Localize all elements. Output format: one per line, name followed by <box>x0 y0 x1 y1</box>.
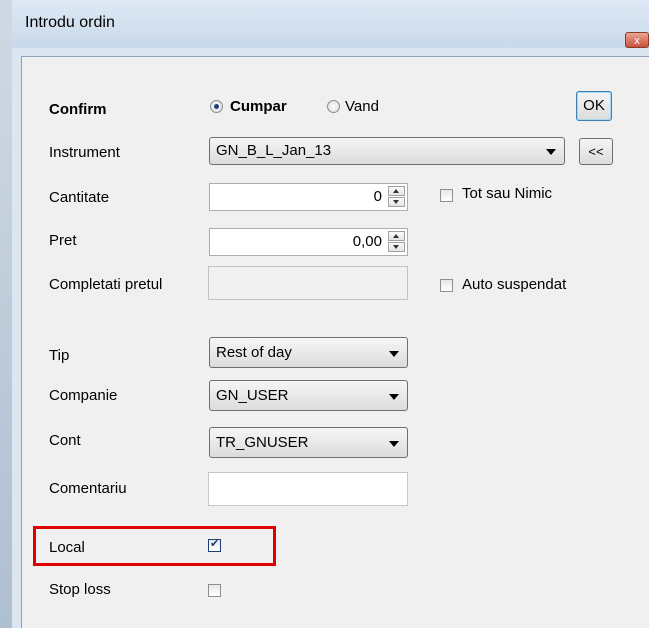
ok-button[interactable]: OK <box>576 91 612 121</box>
quantity-label: Cantitate <box>49 189 110 206</box>
local-label: Local <box>49 539 85 556</box>
fill-price-field <box>208 266 408 300</box>
quantity-stepper[interactable]: 0 <box>209 183 408 211</box>
collapse-button-label: << <box>588 144 604 159</box>
price-stepper[interactable]: 0,00 <box>209 228 408 256</box>
instrument-value: GN_B_L_Jan_13 <box>216 142 332 159</box>
spin-down-icon[interactable] <box>388 197 405 207</box>
chevron-down-icon <box>389 394 399 400</box>
instrument-select[interactable]: GN_B_L_Jan_13 <box>209 137 565 165</box>
local-checkbox[interactable] <box>208 537 221 552</box>
buy-radio-label[interactable]: Cumpar <box>230 98 287 115</box>
stop-loss-checkbox[interactable] <box>208 584 221 597</box>
chevron-down-icon <box>546 149 556 155</box>
type-label: Tip <box>49 347 70 364</box>
auto-suspend-label[interactable]: Auto suspendat <box>462 276 566 293</box>
stop-loss-label: Stop loss <box>49 581 111 598</box>
buy-radio[interactable] <box>210 100 223 113</box>
company-value: GN_USER <box>216 387 289 404</box>
dialog-body: Confirm Cumpar Vand OK Instrument GN_B_L… <box>21 56 649 628</box>
spin-up-icon[interactable] <box>388 186 405 196</box>
sell-radio-label[interactable]: Vand <box>345 98 379 115</box>
close-button[interactable]: x <box>625 32 649 48</box>
all-or-none-checkbox[interactable] <box>440 189 453 202</box>
background-window-edge <box>0 0 12 628</box>
fill-price-label: Completati pretul <box>49 276 163 293</box>
close-icon: x <box>634 35 640 47</box>
confirm-label: Confirm <box>49 101 107 118</box>
price-label: Pret <box>49 232 77 249</box>
company-select[interactable]: GN_USER <box>209 380 408 411</box>
sell-radio[interactable] <box>327 100 340 113</box>
account-value: TR_GNUSER <box>216 434 309 451</box>
quantity-value: 0 <box>373 188 382 205</box>
type-select[interactable]: Rest of day <box>209 337 408 368</box>
account-select[interactable]: TR_GNUSER <box>209 427 408 458</box>
price-value: 0,00 <box>352 233 382 250</box>
comment-label: Comentariu <box>49 480 127 497</box>
account-label: Cont <box>49 432 81 449</box>
spin-up-icon[interactable] <box>388 231 405 241</box>
type-value: Rest of day <box>216 344 292 361</box>
auto-suspend-checkbox[interactable] <box>440 279 453 292</box>
order-dialog: Introdu ordin x Confirm Cumpar Vand OK I… <box>12 0 649 628</box>
spin-down-icon[interactable] <box>388 242 405 252</box>
chevron-down-icon <box>389 441 399 447</box>
title-bar[interactable]: Introdu ordin x <box>12 0 649 48</box>
window-title: Introdu ordin <box>25 14 115 31</box>
quantity-spin-buttons[interactable] <box>388 186 405 208</box>
collapse-button[interactable]: << <box>579 138 613 165</box>
instrument-label: Instrument <box>49 144 120 161</box>
all-or-none-label[interactable]: Tot sau Nimic <box>462 185 552 202</box>
price-spin-buttons[interactable] <box>388 231 405 253</box>
chevron-down-icon <box>389 351 399 357</box>
ok-button-label: OK <box>583 97 605 114</box>
comment-input[interactable] <box>208 472 408 506</box>
company-label: Companie <box>49 387 118 404</box>
